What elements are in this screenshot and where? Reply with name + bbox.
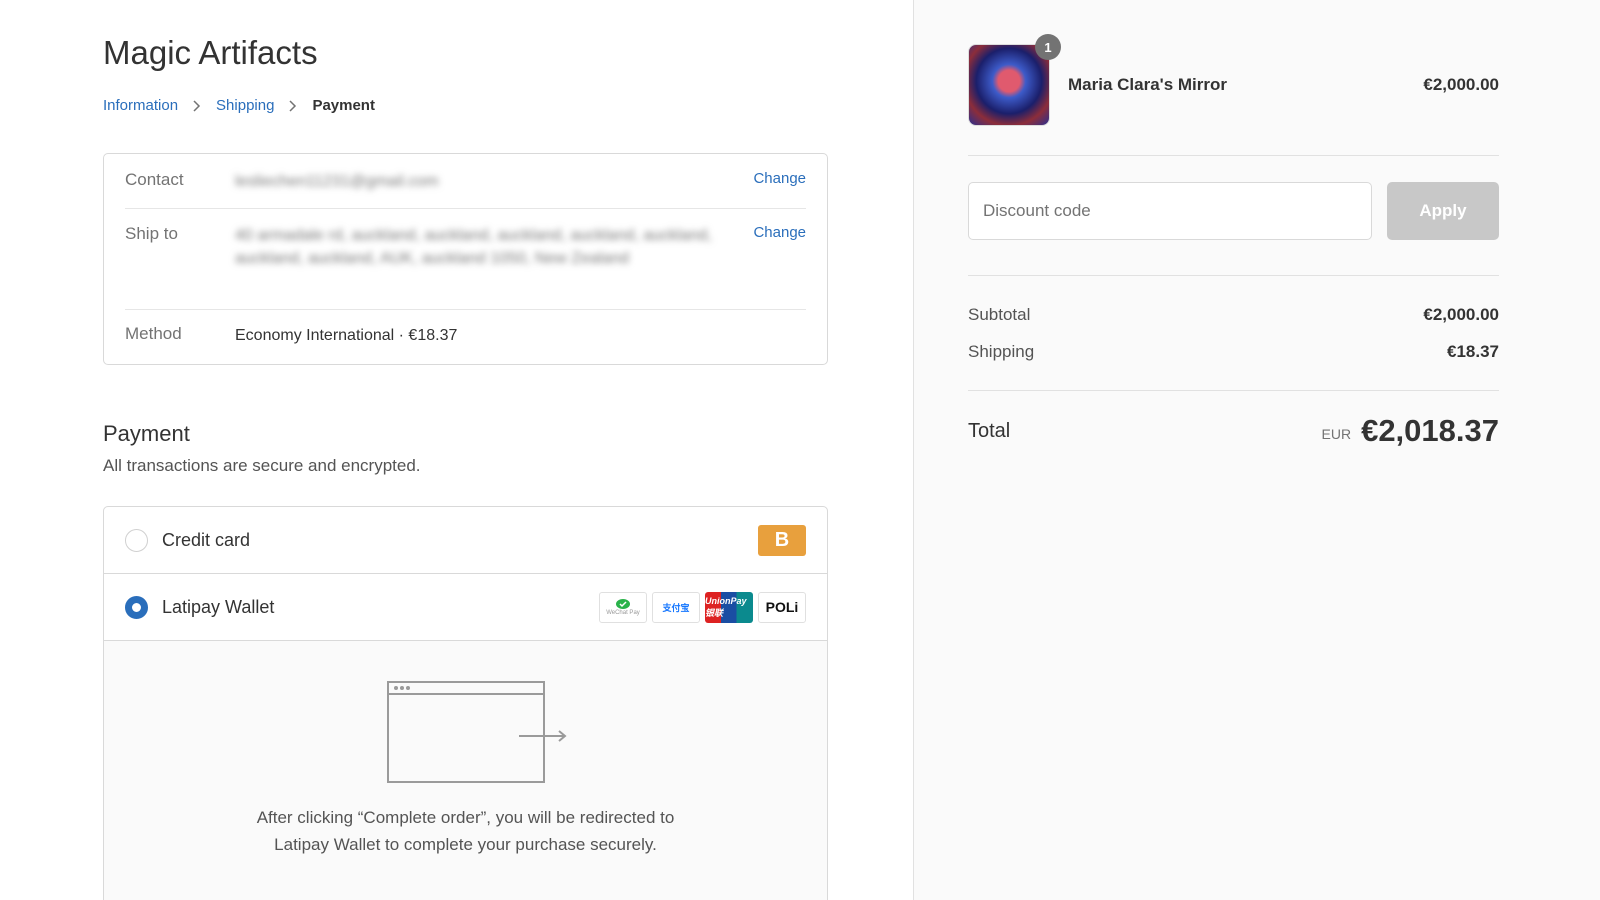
contact-row: Contact lesliechen11231@gmail.com Change [125,170,806,193]
method-value: Economy International · €18.37 [235,327,458,344]
ship-to-value: 40 armadale rd, auckland, auckland, auck… [235,227,712,267]
subtotal-row: Subtotal €2,000.00 [968,305,1499,325]
credit-card-option[interactable]: Credit card B [104,507,827,573]
wechat-pay-logo-icon: WeChat Pay [599,591,647,623]
payment-subtitle: All transactions are secure and encrypte… [103,456,421,475]
total-label: Total [968,419,1011,442]
credit-card-radio[interactable] [125,528,148,552]
wechat-logo-text: WeChat Pay [606,610,640,616]
divider [125,208,806,209]
discount-code-input[interactable] [968,182,1372,240]
latipay-label[interactable]: Latipay Wallet [162,597,599,618]
divider [125,309,806,310]
currency-code: EUR [1321,426,1352,442]
divider [968,155,1499,156]
shipping-row: Shipping €18.37 [968,342,1499,362]
apply-discount-button[interactable]: Apply [1387,182,1499,240]
change-contact-link[interactable]: Change [746,170,806,193]
shipping-value: €18.37 [1447,342,1499,361]
product-name: Maria Clara's Mirror [1068,75,1227,94]
breadcrumb-shipping[interactable]: Shipping [216,97,274,114]
quantity-badge: 1 [1035,34,1061,60]
change-ship-to-link[interactable]: Change [746,224,806,270]
breadcrumb: Information Shipping Payment [103,97,375,114]
method-label: Method [125,324,182,343]
card-brand-badge: B [758,524,806,556]
credit-card-label[interactable]: Credit card [162,530,758,551]
ship-to-label: Ship to [125,224,178,243]
payment-methods: Credit card B Latipay Wallet WeChat Pay … [103,506,828,900]
chevron-right-icon [289,99,297,112]
total-amount-group: EUR €2,018.37 [1322,413,1499,449]
product-thumbnail [968,44,1050,126]
contact-label: Contact [125,170,184,189]
breadcrumb-information[interactable]: Information [103,97,178,114]
divider [968,390,1499,391]
store-title[interactable]: Magic Artifacts [103,34,318,72]
review-box: Contact lesliechen11231@gmail.com Change… [103,153,828,365]
main-panel: Magic Artifacts Information Shipping Pay… [0,0,913,900]
total-amount: €2,018.37 [1361,413,1499,448]
latipay-redirect-panel: After clicking “Complete order”, you wil… [104,641,827,900]
redirect-line-1: After clicking “Complete order”, you wil… [256,808,675,827]
divider [968,275,1499,276]
latipay-option[interactable]: Latipay Wallet WeChat Pay 支付宝 UnionPay 银… [104,574,827,640]
ship-to-row: Ship to 40 armadale rd, auckland, auckla… [125,224,806,270]
subtotal-label: Subtotal [968,305,1031,324]
payment-heading: Payment [103,421,190,446]
redirect-message: After clicking “Complete order”, you wil… [104,804,827,858]
shipping-label: Shipping [968,342,1035,361]
breadcrumb-payment: Payment [312,97,375,114]
unionpay-logo-icon: UnionPay 银联 [705,591,753,623]
payment-logos: WeChat Pay 支付宝 UnionPay 银联 POLi [599,591,806,623]
alipay-logo-icon: 支付宝 [652,591,700,623]
poli-logo-icon: POLi [758,591,806,623]
browser-redirect-icon [387,681,567,783]
redirect-line-2: Latipay Wallet to complete your purchase… [274,835,657,854]
order-summary-sidebar [913,0,1600,900]
subtotal-value: €2,000.00 [1423,305,1499,324]
chevron-right-icon [193,99,201,112]
method-row: Method Economy International · €18.37 [125,324,806,347]
product-price: €2,000.00 [1423,75,1499,94]
latipay-radio[interactable] [125,595,148,619]
total-row: Total EUR €2,018.37 [968,413,1499,449]
contact-value: lesliechen11231@gmail.com [235,173,439,190]
